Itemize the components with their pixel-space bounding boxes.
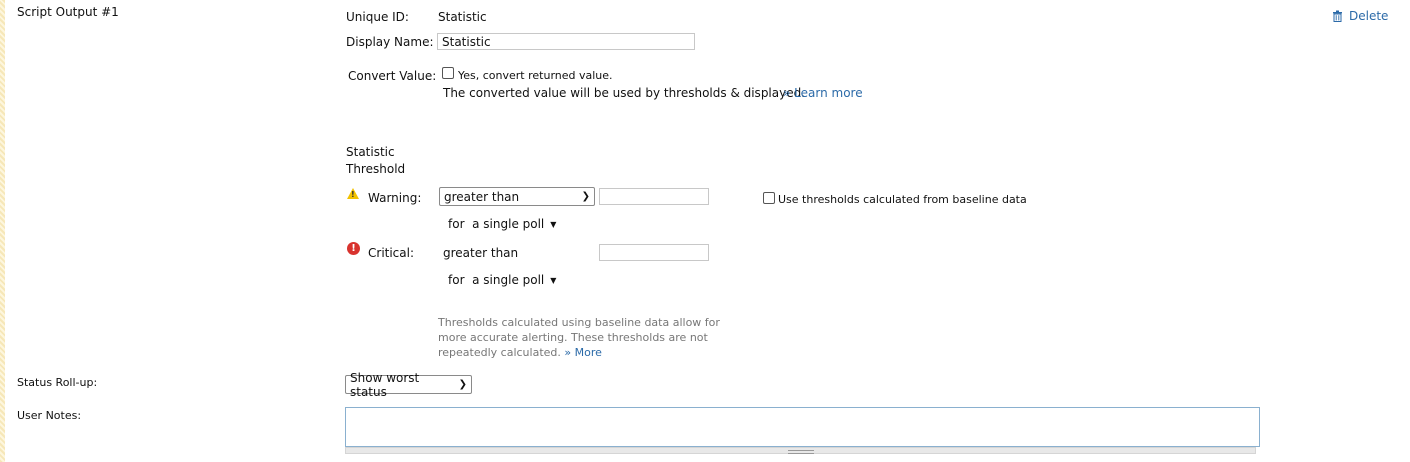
- baseline-help-text: Thresholds calculated using baseline dat…: [438, 315, 738, 360]
- unique-id-label: Unique ID:: [346, 10, 409, 24]
- section-title: Script Output #1: [17, 5, 119, 19]
- warning-triangle-icon: !: [347, 188, 359, 199]
- convert-value-checkbox[interactable]: [442, 67, 454, 79]
- display-name-label: Display Name:: [346, 35, 434, 49]
- critical-exclamation-icon: !: [347, 242, 360, 255]
- convert-value-checkbox-label: Yes, convert returned value.: [458, 69, 613, 82]
- caret-down-icon: ▼: [550, 219, 557, 229]
- baseline-thresholds-checkbox[interactable]: [763, 192, 775, 204]
- caret-down-icon: ▼: [550, 275, 557, 285]
- chevron-down-icon: ❯: [581, 191, 590, 202]
- critical-poll-dropdown[interactable]: for a single poll ▼: [448, 273, 556, 287]
- baseline-thresholds-label: Use thresholds calculated from baseline …: [778, 193, 1027, 206]
- critical-operator-value: greater than: [443, 246, 519, 260]
- user-notes-textarea[interactable]: [345, 407, 1260, 447]
- learn-more-link[interactable]: » Learn more: [783, 86, 863, 100]
- convert-value-note: The converted value will be used by thre…: [443, 86, 806, 100]
- status-rollup-label: Status Roll-up:: [17, 376, 98, 389]
- user-notes-resize-handle[interactable]: [345, 447, 1256, 454]
- warning-poll-dropdown[interactable]: for a single poll ▼: [448, 217, 556, 231]
- unique-id-value: Statistic: [438, 10, 487, 24]
- warning-label: Warning:: [368, 191, 422, 205]
- status-rollup-select[interactable]: Show worst status ❯: [345, 371, 472, 399]
- status-rollup-value: Show worst status: [350, 370, 420, 399]
- critical-label: Critical:: [368, 246, 415, 260]
- more-link[interactable]: » More: [564, 346, 602, 359]
- warning-operator-select[interactable]: greater than ❯: [439, 187, 595, 206]
- delete-button[interactable]: Delete: [1332, 9, 1388, 23]
- threshold-heading-line1: Statistic: [346, 145, 395, 159]
- convert-value-label: Convert Value:: [348, 69, 437, 83]
- critical-poll-label: for a single poll: [448, 273, 545, 287]
- warning-threshold-value-field[interactable]: [599, 188, 709, 205]
- display-name-field[interactable]: [437, 33, 695, 50]
- user-notes-label: User Notes:: [17, 409, 82, 422]
- critical-threshold-value-field[interactable]: [599, 244, 709, 261]
- trash-icon: [1333, 10, 1342, 22]
- chevron-down-icon: ❯: [458, 379, 467, 390]
- warning-operator-value: greater than: [444, 189, 520, 204]
- left-edge-stripe: [0, 0, 5, 462]
- threshold-heading-line2: Threshold: [346, 162, 406, 176]
- warning-poll-label: for a single poll: [448, 217, 545, 231]
- delete-label: Delete: [1349, 9, 1389, 23]
